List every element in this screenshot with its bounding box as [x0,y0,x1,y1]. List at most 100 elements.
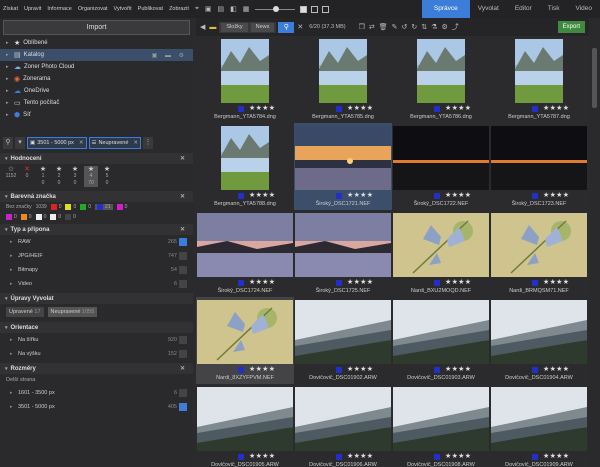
rating-stars[interactable]: ★★★★ [445,191,471,199]
rating-stars[interactable]: ★★★★ [543,191,569,199]
rating-stars[interactable]: ★★★★ [249,191,275,199]
thumbnail-item[interactable]: ★★★★ Dovičovič_DSC01904.ARW [490,297,588,384]
color-label-icon[interactable] [238,106,244,112]
thumbnail-item[interactable]: ★★★★ Bergmann_YTA5786.dng [392,36,490,123]
chevron-right-icon[interactable]: ▸ [6,100,10,106]
back-icon[interactable]: ◀ [200,23,205,31]
delete-icon[interactable]: 🗑 [379,23,388,31]
color-label-icon[interactable] [434,193,440,199]
folder-item[interactable]: ▸ ▤ Katalog ▣ ▬ ⚙ [0,49,193,61]
sort-icon[interactable]: ⇅ [421,23,427,31]
chevron-right-icon[interactable]: ▸ [10,253,13,259]
color-label-icon[interactable] [434,454,440,460]
close-icon[interactable]: ✕ [180,155,185,162]
chevron-right-icon[interactable]: ▸ [10,404,13,410]
color-option[interactable]: 0 [20,214,32,220]
menu-zobrazit[interactable]: Zobrazit [166,6,192,12]
chevron-right-icon[interactable]: ▸ [6,76,10,82]
folder-item[interactable]: ▸ ☁ Zoner Photo Cloud [0,61,193,73]
preview-icon[interactable]: ▤ [218,5,225,13]
chevron-right-icon[interactable]: ▸ [6,64,10,70]
location-icon[interactable]: ⌖ [195,5,199,13]
color-option[interactable]: 0 [65,204,76,210]
section-dimensions[interactable]: ▾ Rozměry ✕ [0,363,193,374]
filter-icon[interactable]: ⚗ [431,23,437,31]
filter-checkbox[interactable] [179,238,187,246]
rating-option[interactable]: ★ 3 0 [68,166,82,187]
folder-item[interactable]: ▸ ☁ OneDrive [0,85,193,97]
thumbnail-item[interactable]: ★★★★ Široký_DSC1723.NEF [490,123,588,210]
batch-icon[interactable]: ⚙ [441,23,447,31]
color-label-icon[interactable] [238,367,244,373]
color-option[interactable]: 21 [95,204,113,210]
chevron-right-icon[interactable]: ▸ [6,112,10,118]
thumbnail-image[interactable] [295,213,391,277]
rating-stars[interactable]: ★★★★ [249,365,275,373]
copy-icon[interactable]: ❐ [359,23,365,31]
thumbnail-image[interactable] [221,39,269,103]
rating-option[interactable]: ★ 2 0 [52,166,66,187]
move-icon[interactable]: ⇄ [369,23,375,31]
menu-organizovat[interactable]: Organizovat [75,6,111,12]
chevron-right-icon[interactable]: ▸ [10,390,13,396]
close-icon[interactable]: ✕ [180,193,185,200]
filter-menu-icon[interactable]: ▾ [15,137,25,149]
folder-item[interactable]: ▸ ▭ Tento počítač [0,97,193,109]
color-label-icon[interactable] [532,454,538,460]
section-edits[interactable]: ▾ Úpravy Vyvolat [0,293,193,304]
thumbnail-item[interactable]: ★★★★ Široký_DSC1724.NEF [196,210,294,297]
tab-editor[interactable]: Editor [507,0,540,18]
view-details-button[interactable] [322,5,330,13]
search-button[interactable]: ⚲ [278,21,295,33]
zoom-thumb[interactable] [273,6,280,12]
grid-view-icon[interactable]: ▦ [243,5,250,13]
thumbnail-image[interactable] [491,387,587,451]
color-label-icon[interactable] [336,280,342,286]
rating-stars[interactable]: ★★★★ [347,365,373,373]
filter-checkbox[interactable] [179,336,187,344]
filter-row[interactable]: ▸ JPG/HEIF 747 [0,249,193,263]
rating-stars[interactable]: ★★★★ [347,452,373,460]
thumbnail-item[interactable]: ★★★★ Dovičovič_DSC01902.ARW [294,297,392,384]
filter-row[interactable]: ▸ Bitmapy 54 [0,263,193,277]
rating-option[interactable]: ☆ 1152 [4,166,18,187]
thumbnail-item[interactable]: ★★★★ Dovičovič_DSC01903.ARW [392,297,490,384]
folder-icon[interactable]: ▬ [209,24,216,31]
thumbnail-image[interactable] [221,126,269,190]
tab-spravce[interactable]: Správce [421,0,470,18]
color-label-icon[interactable] [532,367,538,373]
section-type[interactable]: ▾ Typ a přípona ✕ [0,224,193,235]
rating-stars[interactable]: ★★★★ [445,452,471,460]
thumbnail-item[interactable]: ★★★★ Nardi_8XZYFPVM.NEF [196,297,294,384]
catalog-actions-icon[interactable]: ▣ ▬ ⚙ [152,52,187,59]
chevron-right-icon[interactable]: ▸ [6,88,10,94]
close-icon[interactable]: ✕ [79,140,84,146]
thumbnail-image[interactable] [319,39,367,103]
color-label-icon[interactable] [434,106,440,112]
rating-stars[interactable]: ★★★★ [445,104,471,112]
color-option[interactable]: 0 [50,214,61,220]
filter-icon[interactable]: ⚲ [3,137,13,149]
rename-icon[interactable]: ✎ [392,23,398,31]
rating-option[interactable]: ✕ 0 [20,166,34,187]
tab-video[interactable]: Video [567,0,600,18]
menu-publikovat[interactable]: Publikovat [135,6,166,12]
close-icon[interactable]: ✕ [180,226,185,233]
filter-checkbox[interactable] [179,252,187,260]
color-option[interactable]: 0 [116,204,127,210]
section-rating[interactable]: ▾ Hodnocení ✕ [0,153,193,164]
menu-ziskat[interactable]: Získat [0,6,21,12]
thumbnail-item[interactable]: ★★★★ Nardi_BRMQSM71.NEF [490,210,588,297]
menu-vytvorit[interactable]: Vytvořit [111,6,135,12]
color-label-icon[interactable] [336,106,342,112]
rating-stars[interactable]: ★★★★ [543,104,569,112]
close-icon[interactable]: ✕ [297,23,303,31]
rating-stars[interactable]: ★★★★ [543,365,569,373]
thumbnail-item[interactable]: ★★★★ Dovičovič_DSC01909.ARW [490,384,588,467]
filter-checkbox[interactable] [179,266,187,274]
color-label-icon[interactable] [434,280,440,286]
chevron-right-icon[interactable]: ▸ [6,52,10,58]
rating-stars[interactable]: ★★★★ [249,278,275,286]
thumbnail-item[interactable]: ★★★★ Nardi_BXU2MOQD.NEF [392,210,490,297]
thumbnail-item[interactable]: ★★★★ Dovičovič_DSC01908.ARW [392,384,490,467]
